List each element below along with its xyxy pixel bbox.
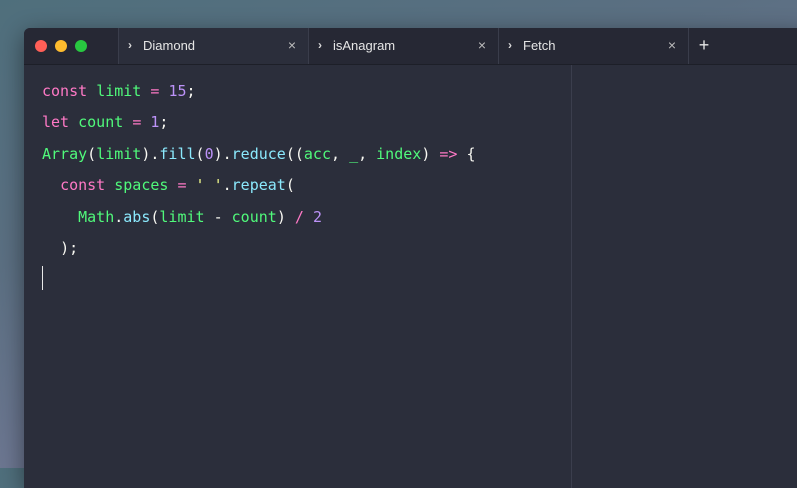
method: repeat	[231, 176, 286, 195]
punctuation: .	[114, 207, 124, 226]
chevron-right-icon: ›	[508, 38, 512, 52]
keyword: const	[60, 176, 106, 195]
variable: limit	[96, 82, 142, 100]
operator: /	[294, 207, 304, 226]
tab-diamond[interactable]: › Diamond ×	[118, 28, 308, 64]
identifier: limit	[96, 144, 142, 163]
tab-fetch[interactable]: › Fetch ×	[498, 28, 688, 64]
punctuation: ,	[358, 144, 377, 163]
identifier: limit	[159, 207, 205, 226]
punctuation: );	[60, 238, 79, 257]
tab-bar: › Diamond × › isAnagram × › Fetch × +	[24, 28, 797, 65]
punctuation: (	[87, 144, 97, 163]
variable: spaces	[114, 176, 169, 195]
keyword: const	[42, 82, 88, 100]
identifier: Array	[42, 144, 88, 163]
punctuation: -	[204, 207, 232, 226]
punctuation: ;	[159, 113, 169, 132]
new-tab-button[interactable]: +	[688, 28, 719, 64]
punctuation: ,	[331, 144, 350, 163]
chevron-right-icon: ›	[318, 38, 322, 52]
chevron-right-icon: ›	[128, 38, 132, 52]
close-window-button[interactable]	[35, 40, 47, 52]
punctuation: (	[195, 144, 205, 163]
code-editor[interactable]: const limit = 15; let count = 1; Array(l…	[42, 78, 476, 266]
identifier: Math	[78, 207, 115, 226]
keyword: let	[42, 113, 70, 132]
punctuation: ((	[285, 144, 304, 163]
parameter: index	[376, 144, 422, 163]
punctuation: (	[285, 176, 295, 195]
minimize-window-button[interactable]	[55, 40, 67, 52]
split-pane-divider[interactable]	[571, 65, 572, 488]
window-controls	[35, 40, 87, 52]
parameter: acc	[303, 144, 331, 163]
identifier: count	[231, 207, 277, 226]
method: abs	[123, 207, 151, 226]
operator: =	[177, 176, 187, 195]
tab-label: isAnagram	[333, 38, 396, 53]
punctuation: ).	[141, 144, 160, 163]
terminal-window: › Diamond × › isAnagram × › Fetch × + co…	[24, 28, 797, 488]
punctuation: ).	[213, 144, 232, 163]
variable: count	[78, 113, 124, 132]
tab-label: Diamond	[143, 38, 196, 53]
close-tab-icon[interactable]: ×	[668, 37, 676, 53]
number-literal: 2	[312, 207, 322, 226]
method: reduce	[231, 144, 286, 163]
parameter: _	[349, 144, 359, 163]
operator: =	[132, 113, 142, 132]
number-literal: 0	[204, 144, 214, 163]
code-line-1: const limit = 15;	[42, 78, 476, 109]
punctuation: .	[222, 176, 232, 195]
number-literal: 15	[168, 82, 187, 100]
string-literal: ' '	[195, 176, 223, 195]
code-line-3: Array(limit).fill(0).reduce((acc, _, ind…	[42, 141, 476, 172]
code-line-4: const spaces = ' '.repeat(	[42, 172, 476, 203]
code-line-5: Math.abs(limit - count) / 2	[42, 204, 476, 235]
arrow-operator: =>	[439, 144, 458, 163]
close-tab-icon[interactable]: ×	[288, 37, 296, 53]
tab-isanagram[interactable]: › isAnagram ×	[308, 28, 498, 64]
punctuation: {	[457, 144, 476, 163]
tab-label: Fetch	[523, 38, 556, 53]
method: fill	[159, 144, 196, 163]
text-cursor	[42, 266, 43, 290]
code-line-2: let count = 1;	[42, 109, 476, 140]
punctuation: )	[421, 144, 440, 163]
punctuation: ;	[186, 82, 196, 100]
punctuation: )	[276, 207, 295, 226]
close-tab-icon[interactable]: ×	[478, 37, 486, 53]
code-line-6: );	[42, 235, 476, 266]
zoom-window-button[interactable]	[75, 40, 87, 52]
